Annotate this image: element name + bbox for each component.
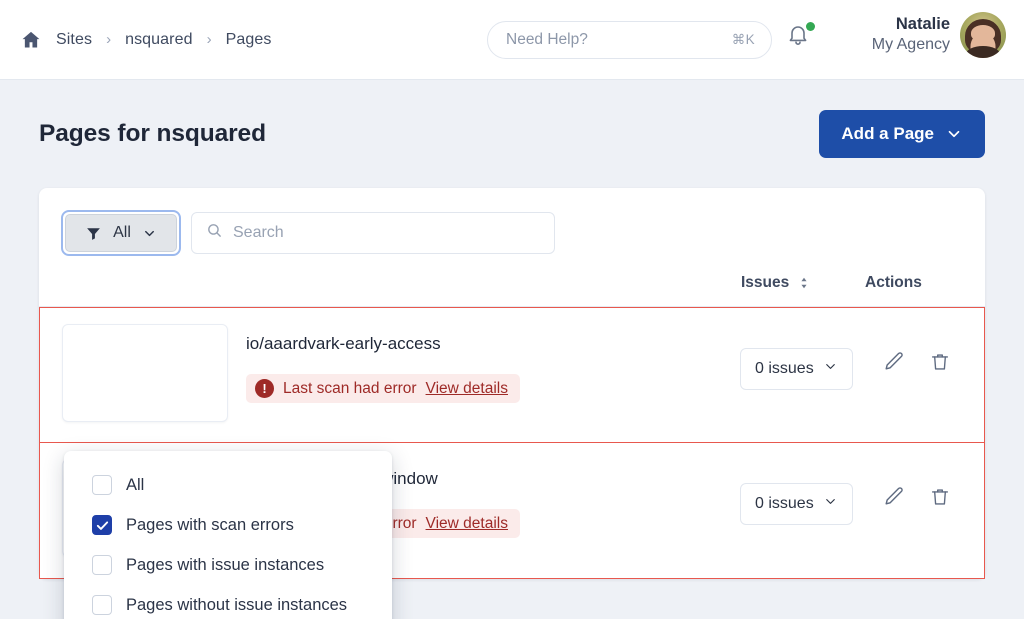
edit-icon[interactable] [882, 485, 905, 508]
filter-dropdown-menu[interactable]: All Pages with scan errors Pages with is… [64, 451, 392, 619]
checkbox[interactable] [92, 475, 112, 495]
filter-option-label: All [126, 475, 145, 494]
chevron-down-icon [945, 125, 963, 143]
user-name: Natalie [895, 15, 950, 34]
trash-icon[interactable] [929, 486, 951, 508]
checkbox[interactable] [92, 555, 112, 575]
filter-label: All [113, 224, 131, 241]
breadcrumb: Sites › nsquared › Pages [20, 29, 271, 51]
chevron-down-icon [142, 226, 157, 241]
checkbox[interactable] [92, 595, 112, 615]
avatar[interactable] [960, 12, 1006, 58]
home-icon[interactable] [20, 29, 42, 51]
add-a-page-label: Add a Page [841, 124, 934, 143]
page-content: Pages for nsquared Add a Page All Search… [0, 80, 1024, 619]
column-header-actions: Actions [865, 274, 922, 291]
sort-updown-icon[interactable] [797, 275, 811, 291]
table-header-row: Issues Actions [39, 274, 985, 307]
breadcrumb-separator: › [106, 31, 112, 48]
notification-badge-dot [806, 22, 815, 31]
issues-dropdown-button[interactable]: 0 issues [740, 483, 853, 525]
chevron-down-icon [823, 359, 838, 379]
add-a-page-button[interactable]: Add a Page [819, 110, 985, 158]
filter-dropdown-button[interactable]: All [65, 214, 177, 252]
top-navigation-bar: Sites › nsquared › Pages Need Help? ⌘K N… [0, 0, 1024, 80]
page-title: Pages for nsquared [39, 120, 266, 147]
notifications-button[interactable] [786, 22, 816, 56]
view-details-link[interactable]: View details [426, 380, 508, 398]
funnel-icon [85, 225, 102, 242]
view-details-link[interactable]: View details [426, 515, 508, 533]
search-input[interactable]: Search [191, 212, 555, 254]
pages-card: All Search Issues Actions io/aaardvark-e… [39, 188, 985, 619]
trash-icon[interactable] [929, 351, 951, 373]
search-icon [206, 222, 223, 244]
help-search-shortcut: ⌘K [731, 32, 755, 47]
page-url[interactable]: io/aaardvark-early-access [246, 334, 740, 354]
page-thumbnail [62, 324, 228, 422]
bell-icon [786, 26, 810, 52]
filter-focus-ring: All [61, 210, 181, 256]
filter-option-label: Pages without issue instances [126, 595, 348, 614]
table-row[interactable]: io/aaardvark-early-access ! Last scan ha… [39, 307, 985, 443]
column-header-issues[interactable]: Issues [741, 274, 789, 292]
issues-count-label: 0 issues [755, 495, 814, 512]
filter-option-pages-with-issue-instances[interactable]: Pages with issue instances [64, 545, 392, 585]
issues-dropdown-button[interactable]: 0 issues [740, 348, 853, 390]
filter-option-all[interactable]: All [64, 465, 392, 505]
edit-icon[interactable] [882, 350, 905, 373]
search-placeholder: Search [233, 224, 284, 241]
breadcrumb-item-pages[interactable]: Pages [226, 31, 272, 49]
breadcrumb-item-nsquared[interactable]: nsquared [125, 31, 193, 49]
user-menu[interactable]: Natalie My Agency [872, 12, 1006, 58]
table-toolbar: All Search [39, 188, 985, 274]
error-circle-icon: ! [255, 379, 274, 398]
filter-option-pages-with-scan-errors[interactable]: Pages with scan errors [64, 505, 392, 545]
page-header: Pages for nsquared Add a Page [39, 80, 985, 188]
breadcrumb-separator: › [206, 31, 212, 48]
help-search-placeholder: Need Help? [506, 31, 588, 48]
checkbox[interactable] [92, 515, 112, 535]
breadcrumb-item-sites[interactable]: Sites [56, 31, 92, 49]
user-org: My Agency [871, 36, 950, 54]
issues-count-label: 0 issues [755, 360, 814, 377]
filter-option-label: Pages with scan errors [126, 515, 294, 534]
help-search-box[interactable]: Need Help? ⌘K [487, 21, 772, 59]
filter-option-pages-without-issue-instances[interactable]: Pages without issue instances [64, 585, 392, 619]
chevron-down-icon [823, 494, 838, 514]
status-text: Last scan had error [283, 379, 417, 397]
status-badge: ! Last scan had error View details [246, 374, 520, 403]
filter-option-label: Pages with issue instances [126, 555, 325, 574]
